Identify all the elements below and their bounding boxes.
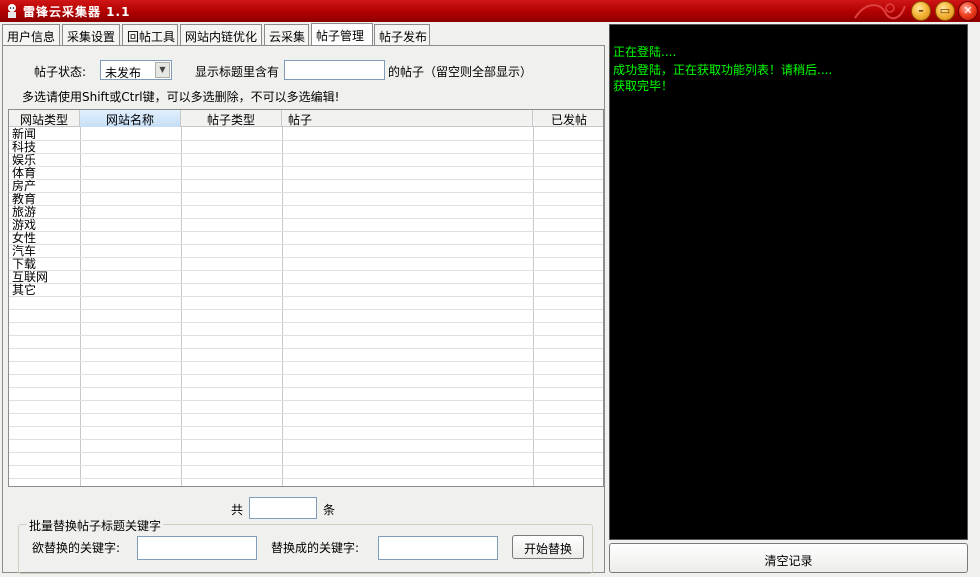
posts-table[interactable]: 网站类型 网站名称 帖子类型 帖子 已发帖 新闻 科技 娱乐 体育 房产 教育 … [8, 109, 604, 487]
row-line [9, 257, 603, 258]
column-divider [80, 127, 81, 486]
post-management-panel: 帖子状态: 未发布 ▼ 显示标题里含有 的帖子（留空则全部显示） 多选请使用Sh… [2, 45, 605, 574]
column-site-name[interactable]: 网站名称 [80, 110, 181, 127]
count-field [249, 497, 317, 519]
row-line [9, 166, 603, 167]
tab-reply-tool[interactable]: 回帖工具 [122, 24, 178, 46]
row-line [9, 452, 603, 453]
site-type-list: 新闻 科技 娱乐 体育 房产 教育 旅游 游戏 女性 汽车 下载 互联网 其它 [12, 128, 48, 297]
log-line: 成功登陆，正在获取功能列表！请稍后.... [613, 63, 833, 77]
row-line [9, 478, 603, 479]
row-line [9, 322, 603, 323]
clear-log-button[interactable]: 清空记录 [609, 543, 968, 573]
window-title: 雷锋云采集器 1.1 [23, 5, 131, 19]
title-filter-input[interactable] [284, 60, 385, 80]
replace-to-input[interactable] [378, 536, 498, 560]
row-line [9, 270, 603, 271]
row-line [9, 296, 603, 297]
column-post-type[interactable]: 帖子类型 [181, 110, 282, 127]
row-line [9, 192, 603, 193]
tab-user-info[interactable]: 用户信息 [2, 24, 60, 46]
title-filter-label: 显示标题里含有 [195, 65, 280, 79]
start-replace-button[interactable]: 开始替换 [512, 535, 584, 559]
title-bar: 雷锋云采集器 1.1 – ▭ ✕ [0, 0, 980, 22]
list-item[interactable]: 其它 [12, 284, 48, 297]
multi-select-hint: 多选请使用Shift或Ctrl键，可以多选删除，不可以多选编辑! [22, 90, 340, 104]
status-select-value: 未发布 [105, 66, 142, 80]
row-line [9, 335, 603, 336]
row-line [9, 283, 603, 284]
replace-to-label: 替换成的关键字: [271, 541, 360, 555]
row-line [9, 309, 603, 310]
status-label: 帖子状态: [34, 65, 87, 79]
row-line [9, 400, 603, 401]
row-line [9, 140, 603, 141]
row-line [9, 465, 603, 466]
row-line [9, 413, 603, 414]
row-line [9, 426, 603, 427]
row-line [9, 387, 603, 388]
row-line [9, 348, 603, 349]
tab-post-publish[interactable]: 帖子发布 [374, 24, 430, 46]
close-button[interactable]: ✕ [958, 1, 978, 21]
column-divider [181, 127, 182, 486]
tab-post-management[interactable]: 帖子管理 [311, 23, 373, 46]
row-line [9, 439, 603, 440]
title-filter-suffix: 的帖子（留空则全部显示） [388, 65, 533, 79]
tab-collect-settings[interactable]: 采集设置 [62, 24, 120, 46]
tab-internal-link[interactable]: 网站内链优化 [180, 24, 262, 46]
window-edge [969, 22, 980, 577]
swirl-decoration-icon [854, 3, 906, 20]
row-line [9, 153, 603, 154]
log-line: 正在登陆.... [613, 45, 677, 59]
row-line [9, 205, 603, 206]
app-icon [8, 4, 16, 18]
tab-cloud-collect[interactable]: 云采集 [264, 24, 309, 46]
maximize-button[interactable]: ▭ [935, 1, 955, 21]
log-console[interactable]: 正在登陆.... 成功登陆，正在获取功能列表！请稍后.... 获取完毕！ [609, 24, 968, 540]
column-divider [533, 127, 534, 486]
minimize-button[interactable]: – [911, 1, 931, 21]
column-site-type[interactable]: 网站类型 [9, 110, 80, 127]
chevron-down-icon[interactable]: ▼ [155, 62, 170, 78]
table-header: 网站类型 网站名称 帖子类型 帖子 已发帖 [9, 110, 603, 127]
row-line [9, 231, 603, 232]
row-line [9, 179, 603, 180]
column-post[interactable]: 帖子 [282, 110, 533, 127]
replace-from-input[interactable] [137, 536, 257, 560]
column-divider [282, 127, 283, 486]
row-line [9, 361, 603, 362]
count-prefix: 共 [231, 503, 244, 517]
replace-from-label: 欲替换的关键字: [32, 541, 121, 555]
row-line [9, 218, 603, 219]
row-line [9, 244, 603, 245]
replace-group-title: 批量替换帖子标题关键字 [27, 517, 164, 534]
column-published[interactable]: 已发帖 [533, 110, 603, 127]
log-line: 获取完毕！ [613, 79, 674, 93]
status-select[interactable]: 未发布 ▼ [100, 60, 172, 80]
row-line [9, 374, 603, 375]
count-suffix: 条 [323, 503, 336, 517]
